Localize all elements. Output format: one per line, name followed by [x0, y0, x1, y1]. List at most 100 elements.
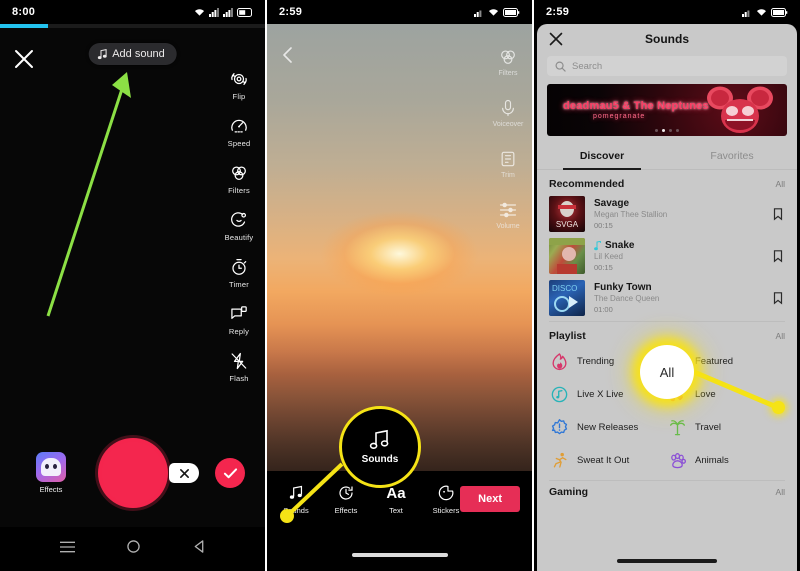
add-sound-button[interactable]: Add sound	[88, 43, 177, 65]
bookmark-icon[interactable]	[771, 249, 785, 263]
rail-item-filters[interactable]: Filters	[216, 162, 262, 195]
playlist-item-sweat-it-out[interactable]: Sweat It Out	[549, 450, 667, 470]
toolbar-label: Text	[389, 506, 403, 515]
trim-icon	[497, 148, 519, 170]
playlist-label: Sweat It Out	[577, 454, 630, 466]
runner-icon	[549, 450, 569, 470]
add-sound-label: Add sound	[112, 48, 165, 60]
song-artist: The Dance Queen	[594, 294, 660, 303]
panel-camera-record: 8:00 Add sound Flip Speed Filters Beauti…	[0, 0, 265, 571]
status-icons	[474, 7, 520, 17]
all-callout-label: All	[659, 364, 675, 380]
record-progress-track	[0, 24, 265, 28]
live-note-icon	[549, 384, 569, 404]
song-duration: 00:15	[594, 221, 613, 230]
playlist-label: Trending	[577, 355, 615, 367]
rail-item-beautify[interactable]: Beautify	[216, 209, 262, 242]
rail-label: Filters	[498, 70, 518, 77]
rail-item-speed[interactable]: Speed	[216, 115, 262, 148]
svg-text:SVGA: SVGA	[556, 220, 579, 229]
tab-discover[interactable]: Discover	[537, 144, 667, 169]
all-callout: All	[640, 345, 694, 399]
playlist-label: New Releases	[577, 421, 639, 433]
record-button[interactable]	[97, 438, 168, 508]
sounds-sheet: Sounds Search deadmau5 & The Neptunes po…	[537, 24, 797, 571]
effects-button[interactable]: Effects	[36, 452, 66, 494]
toolbar-label: Effects	[334, 506, 358, 515]
svg-text:DISCO: DISCO	[552, 284, 577, 293]
section-title: Recommended	[549, 178, 625, 190]
rail-item-timer[interactable]: Timer	[216, 256, 262, 289]
rail-item-trim[interactable]: Trim	[497, 148, 519, 179]
rail-item-reply[interactable]: Reply	[216, 303, 262, 336]
sticker-icon	[437, 483, 455, 503]
playlist-item-animals[interactable]: Animals	[667, 450, 785, 470]
flash-off-icon	[228, 350, 250, 372]
filters-circles-icon	[497, 46, 519, 68]
song-duration: 01:00	[594, 305, 613, 314]
playlist-item-travel[interactable]: Travel	[667, 417, 785, 437]
song-artist: Lil Keed	[594, 252, 623, 261]
back-icon[interactable]	[193, 540, 205, 558]
deadmau5-logo-icon	[707, 86, 773, 133]
playlist-item-new-releases[interactable]: New Releases	[549, 417, 667, 437]
wifi-icon	[757, 8, 766, 16]
toolbar-label: Stickers	[432, 506, 460, 515]
three-panel-screenshot: 8:00 Add sound Flip Speed Filters Beauti…	[0, 0, 800, 571]
speedometer-icon	[228, 115, 250, 137]
song-duration: 00:15	[594, 263, 613, 272]
gaming-all-link[interactable]: All	[776, 487, 785, 497]
rail-label: Speed	[227, 139, 251, 148]
toolbar-item-effects[interactable]: Effects	[321, 483, 371, 515]
battery-icon	[503, 7, 520, 17]
status-icons	[742, 7, 788, 17]
close-icon[interactable]	[13, 48, 35, 70]
all-callout-anchor-dot	[772, 401, 785, 414]
search-input[interactable]: Search	[547, 56, 787, 76]
playlist-section-header: Playlist All	[537, 322, 797, 345]
palm-tree-icon	[667, 417, 687, 437]
recents-icon[interactable]	[60, 540, 76, 558]
recommended-all-link[interactable]: All	[776, 179, 785, 189]
promo-banner[interactable]: deadmau5 & The Neptunes pomegranate	[547, 84, 787, 136]
status-icons	[194, 7, 253, 17]
camera-tools-rail: Flip Speed Filters Beautify Timer Reply …	[213, 68, 265, 383]
home-icon[interactable]	[127, 540, 141, 558]
camera-bottom-bar: Effects	[0, 431, 265, 515]
home-indicator	[351, 553, 448, 557]
rail-item-voiceover[interactable]: Voiceover	[493, 97, 523, 128]
rail-item-flash[interactable]: Flash	[216, 350, 262, 383]
effects-clock-icon	[337, 483, 355, 503]
next-button[interactable]: Next	[460, 486, 520, 512]
tab-favorites[interactable]: Favorites	[667, 144, 797, 169]
toolbar-item-sounds[interactable]: Sounds	[271, 483, 321, 515]
rail-item-volume[interactable]: Volume	[496, 199, 520, 230]
song-name: Snake	[594, 240, 762, 251]
rail-item-flip[interactable]: Flip	[216, 68, 262, 101]
song-meta: Snake Lil Keed 00:15	[594, 240, 762, 272]
status-time: 2:59	[546, 6, 570, 18]
back-chevron-icon[interactable]	[279, 46, 297, 64]
confirm-check-button[interactable]	[215, 458, 245, 488]
sounds-callout-label: Sounds	[361, 454, 399, 465]
bookmark-icon[interactable]	[771, 291, 785, 305]
delete-clip-button[interactable]	[169, 463, 199, 483]
close-icon[interactable]	[549, 32, 563, 46]
rail-label: Beautify	[224, 233, 254, 242]
new-releases-icon	[549, 417, 569, 437]
section-title: Gaming	[549, 486, 589, 498]
gaming-section-header: Gaming All	[537, 481, 797, 501]
list-item[interactable]: DISCO Funky Town The Dance Queen 01:00	[537, 277, 797, 319]
ios-home-indicator-area	[267, 527, 532, 571]
song-name: Funky Town	[594, 282, 652, 293]
camera-viewfinder: Add sound Flip Speed Filters Beautify Ti…	[0, 24, 265, 571]
bookmark-icon[interactable]	[771, 207, 785, 221]
playlist-all-link[interactable]: All	[776, 331, 785, 341]
edit-overlay: Filters Voiceover Trim Volume Sounds Sou…	[267, 24, 532, 571]
list-item[interactable]: SVGA Savage Megan Thee Stallion 00:15	[537, 193, 797, 235]
list-item[interactable]: Snake Lil Keed 00:15	[537, 235, 797, 277]
status-bar-panel2: 2:59	[267, 0, 532, 24]
rail-item-filters[interactable]: Filters	[497, 46, 519, 77]
signal-icon	[209, 7, 219, 17]
microphone-icon	[497, 97, 519, 119]
